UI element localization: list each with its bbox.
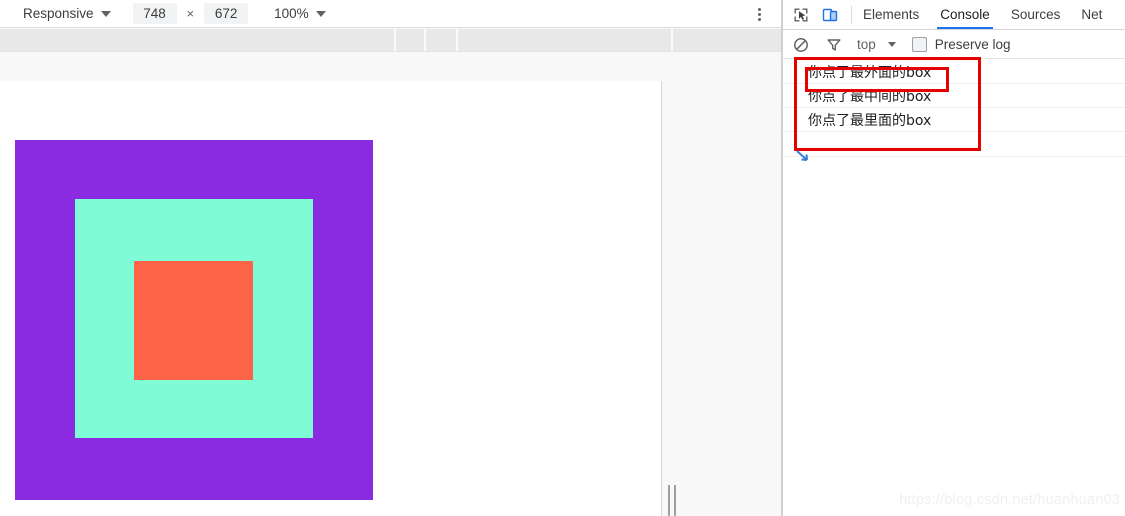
console-message-text: 你点了最中间的box bbox=[808, 88, 932, 105]
devtools-panel: Elements Console Sources Net top Preserv… bbox=[783, 0, 1125, 516]
zoom-level-label: 100% bbox=[274, 6, 309, 21]
watermark-text: https://blog.csdn.net/huanhuan03 bbox=[899, 492, 1120, 508]
console-message-list: 你点了最外面的box 你点了最中间的box 你点了最里面的box bbox=[783, 60, 1125, 157]
dimension-separator-icon: × bbox=[186, 6, 195, 21]
kebab-dot-icon bbox=[757, 12, 761, 16]
device-preset-dropdown[interactable]: Responsive bbox=[23, 6, 111, 21]
middle-box[interactable] bbox=[75, 199, 313, 438]
viewport-ruler-strip[interactable] bbox=[0, 29, 781, 52]
viewport-resize-handle-icon[interactable] bbox=[666, 485, 678, 516]
preserve-log-label: Preserve log bbox=[934, 37, 1011, 52]
device-toolbar: Responsive 748 × 672 100% bbox=[0, 0, 781, 28]
chevron-down-icon bbox=[315, 10, 326, 17]
device-toolbar-more-options-button[interactable] bbox=[750, 5, 768, 23]
console-message-text: 你点了最外面的box bbox=[808, 64, 932, 81]
console-context-label[interactable]: top bbox=[857, 37, 876, 52]
device-emulation-pane: Responsive 748 × 672 100% bbox=[0, 0, 781, 516]
tab-console[interactable]: Console bbox=[937, 0, 993, 29]
emulated-page-canvas bbox=[0, 81, 662, 516]
console-row[interactable]: 你点了最外面的box bbox=[783, 60, 1125, 84]
viewport-height-input[interactable]: 672 bbox=[204, 3, 249, 24]
kebab-dot-icon bbox=[757, 7, 761, 11]
chevron-down-icon[interactable] bbox=[887, 42, 896, 47]
console-row[interactable]: 你点了最中间的box bbox=[783, 84, 1125, 108]
device-preset-label: Responsive bbox=[23, 6, 94, 21]
chevron-down-icon bbox=[100, 10, 111, 17]
outer-box[interactable] bbox=[15, 140, 373, 500]
console-empty-row bbox=[783, 132, 1125, 157]
tab-network[interactable]: Net bbox=[1078, 0, 1105, 29]
resize-bar-icon bbox=[668, 485, 670, 516]
browser-window: Responsive 748 × 672 100% Elements Conso… bbox=[0, 0, 1125, 516]
ruler-underline bbox=[0, 51, 781, 52]
tab-elements[interactable]: Elements bbox=[860, 0, 922, 29]
devtools-tabbar: Elements Console Sources Net bbox=[783, 0, 1125, 30]
ruler-segment-divider bbox=[394, 29, 396, 51]
preserve-log-checkbox[interactable] bbox=[911, 37, 927, 52]
annotation-arrow-icon bbox=[796, 150, 808, 161]
console-filter-bar: top Preserve log bbox=[783, 31, 1125, 59]
toggle-device-toolbar-icon[interactable] bbox=[819, 4, 841, 26]
filter-funnel-icon[interactable] bbox=[823, 34, 845, 56]
console-message-text: 你点了最里面的box bbox=[808, 112, 932, 129]
resize-bar-icon bbox=[674, 485, 676, 516]
clear-console-icon[interactable] bbox=[790, 34, 812, 56]
inspect-element-icon[interactable] bbox=[790, 4, 812, 26]
console-row[interactable]: 你点了最里面的box bbox=[783, 108, 1125, 132]
ruler-segment-divider bbox=[671, 29, 673, 51]
inner-box[interactable] bbox=[134, 261, 253, 380]
ruler-segment-divider bbox=[424, 29, 426, 51]
viewport-width-input[interactable]: 748 bbox=[132, 3, 177, 24]
viewport-dimensions: 748 × 672 bbox=[132, 3, 249, 24]
zoom-dropdown[interactable]: 100% bbox=[274, 6, 326, 21]
kebab-dot-icon bbox=[757, 17, 761, 21]
toolbar-separator bbox=[851, 5, 852, 24]
tab-sources[interactable]: Sources bbox=[1008, 0, 1064, 29]
ruler-segment-divider bbox=[456, 29, 458, 51]
